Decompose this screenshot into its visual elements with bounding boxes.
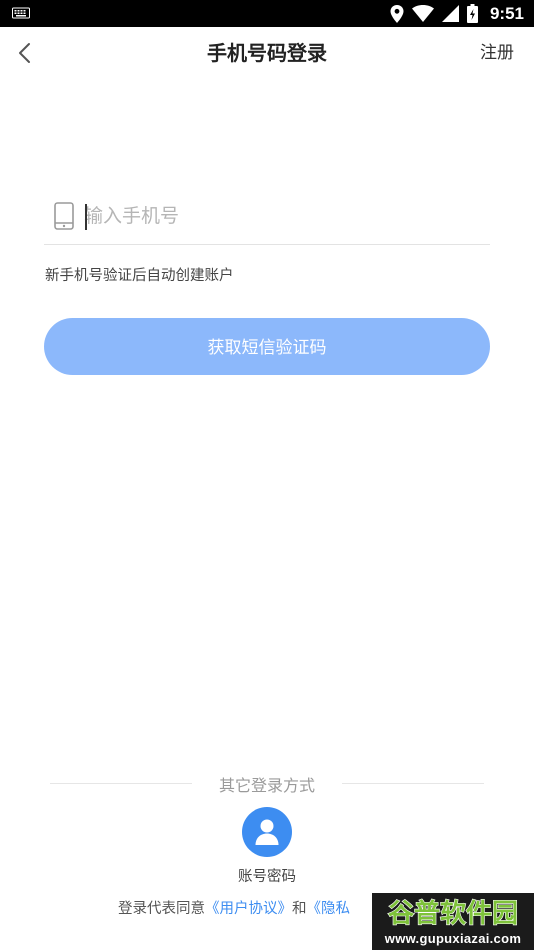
phone-input[interactable]: [84, 198, 484, 234]
watermark: 谷普软件园 www.gupuxiazai.com: [372, 893, 534, 950]
header: 手机号码登录 注册: [0, 27, 534, 79]
clock: 9:51: [489, 3, 524, 23]
battery-icon: [466, 4, 478, 23]
signal-icon: [441, 5, 459, 22]
wifi-icon: [411, 5, 434, 22]
other-login-title: 其它登录方式: [218, 776, 315, 795]
location-icon: [390, 4, 404, 23]
register-button[interactable]: 注册: [480, 27, 514, 79]
keyboard-icon: [12, 7, 30, 19]
other-login-divider: 其它登录方式: [50, 771, 484, 797]
agreement-prefix: 登录代表同意: [118, 901, 205, 917]
account-password-label: 账号密码: [238, 869, 296, 885]
status-icons: 9:51: [390, 3, 524, 24]
user-agreement-link[interactable]: 《用户协议》: [205, 901, 292, 917]
agreement-and: 和: [292, 901, 307, 917]
input-underline: [44, 244, 490, 245]
phone-input-row: [44, 192, 490, 244]
watermark-logo: 谷普软件园: [387, 897, 518, 929]
watermark-url: www.gupuxiazai.com: [384, 931, 522, 946]
privacy-policy-link[interactable]: 《隐私: [307, 901, 351, 917]
new-account-hint: 新手机号验证后自动创建账户: [45, 268, 234, 284]
text-cursor: [85, 204, 87, 230]
account-password-login-button[interactable]: [242, 807, 292, 857]
user-icon: [255, 819, 279, 845]
get-verification-code-button[interactable]: 获取短信验证码: [44, 318, 490, 375]
login-screen: 9:51 手机号码登录 注册 新手机号验证后自动创建账户 获取短信验证码 其它登…: [0, 0, 534, 950]
status-bar: 9:51: [0, 0, 534, 27]
agreement-text: 登录代表同意《用户协议》和《隐私: [118, 897, 350, 918]
svg-text:谷普软件园: 谷普软件园: [388, 898, 518, 929]
divider-line-right: [342, 783, 484, 784]
phone-icon: [54, 202, 74, 230]
page-title: 手机号码登录: [207, 41, 327, 65]
